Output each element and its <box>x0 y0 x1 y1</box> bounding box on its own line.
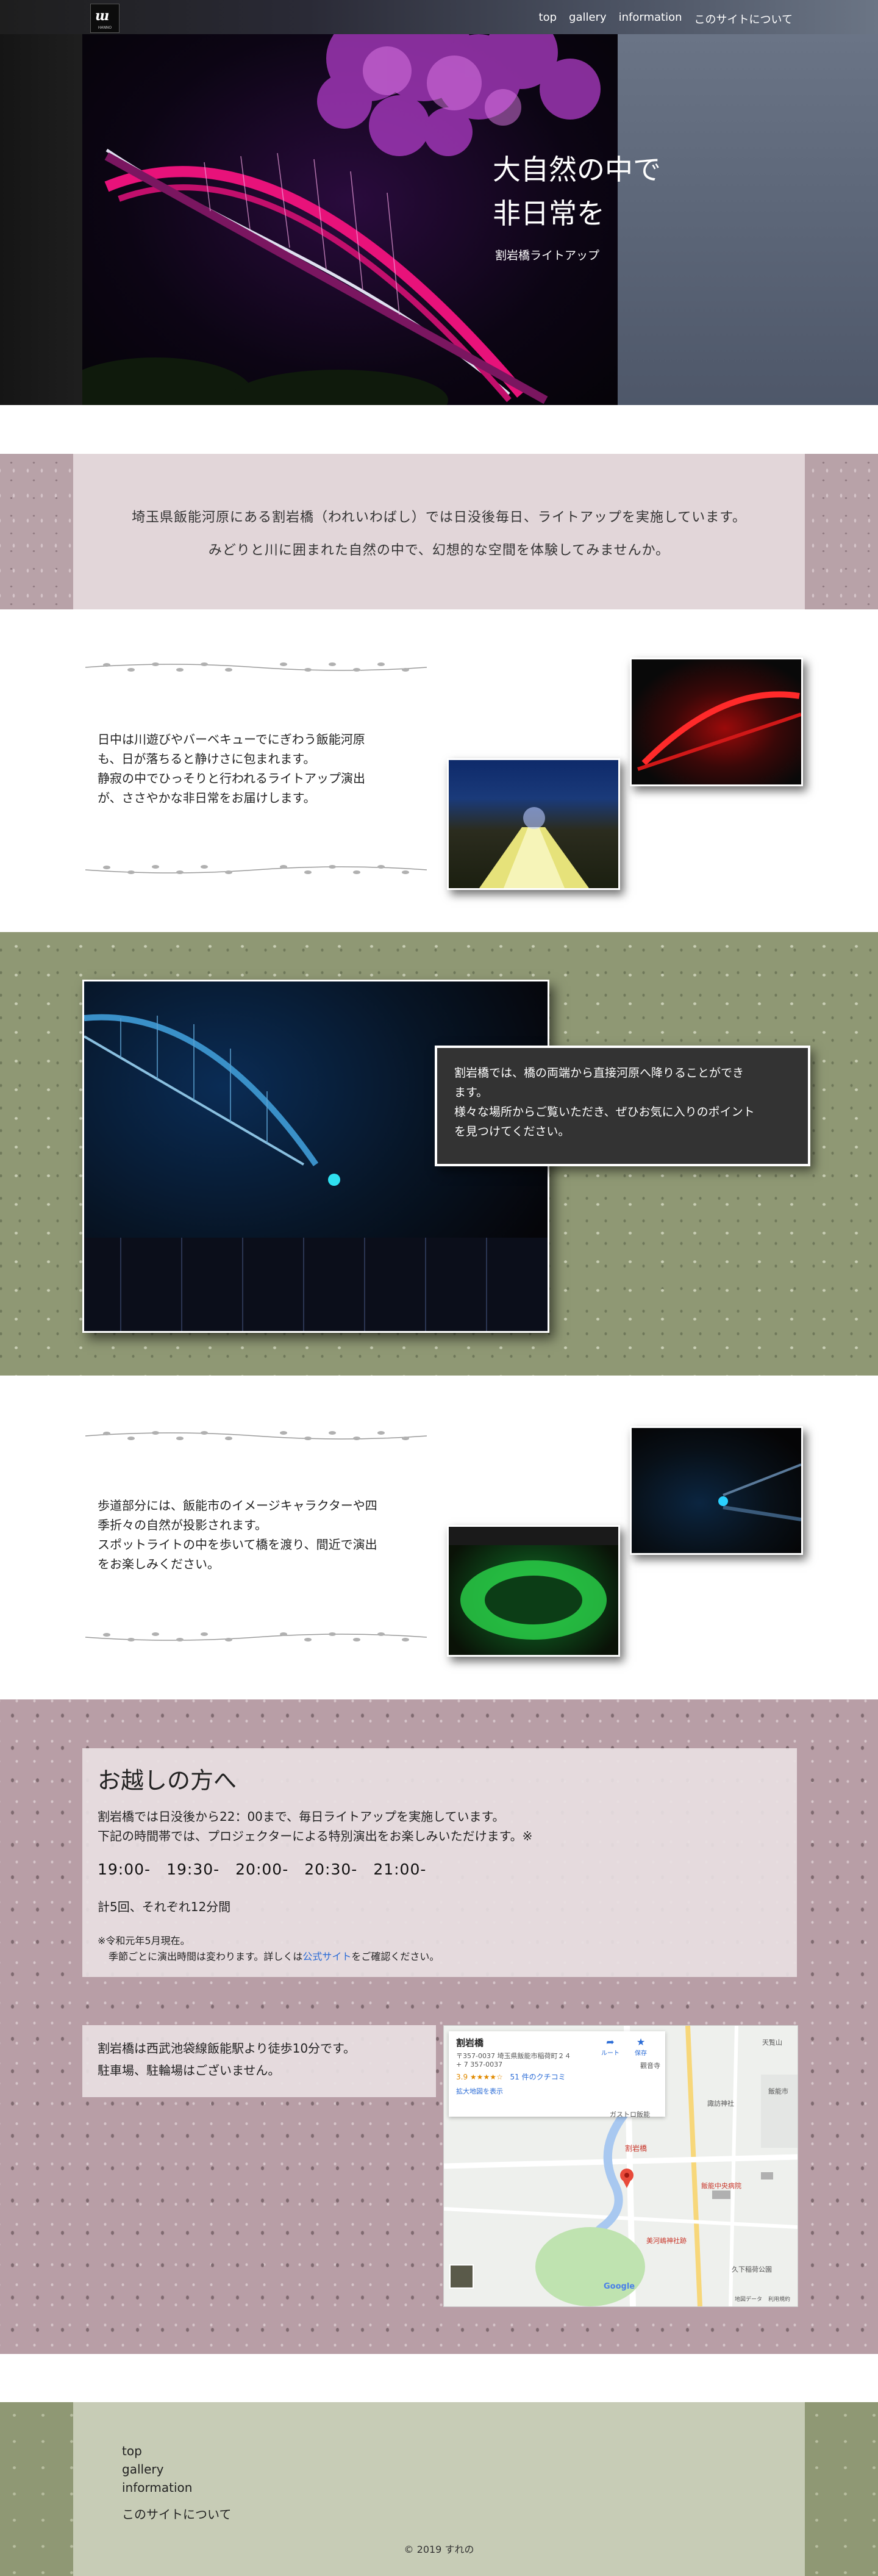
map-expand-link[interactable]: 拡大地図を表示 <box>456 2086 503 2096</box>
map-label: 觀音寺 <box>640 2062 660 2070</box>
hero-side-panel <box>618 34 878 405</box>
section2-line-3: 様々な場所からご覧いただき、ぜひお気に入りのポイント <box>454 1105 755 1119</box>
intro-line-2: みどりと川に囲まれた自然の中で、幻想的な空間を体験してみませんか。 <box>208 543 670 558</box>
station-text: 割岩橋は西武池袋線飯能駅より徒歩10分です。 駐車場、駐輪場はございません。 <box>98 2037 427 2081</box>
vine-divider-top-2 <box>82 1427 430 1444</box>
footer-link-about[interactable]: このサイトについて <box>122 2505 231 2522</box>
station-line-2: 駐車場、駐輪場はございません。 <box>98 2063 280 2078</box>
show-count: 計5回、それぞれ12分間 <box>98 1900 231 1914</box>
map-place-name: 割岩橋 <box>456 2037 484 2048</box>
bridge-walkway-photo <box>447 758 620 890</box>
vine-divider-bottom <box>82 861 430 878</box>
note-season-post: をご確認ください。 <box>351 1951 440 1962</box>
show-time: 21:00- <box>373 1860 427 1878</box>
note-date: ※令和元年5月現在。 <box>98 1935 190 1946</box>
section3-line-3: スポットライトの中を歩いて橋を渡り、間近で演出 <box>98 1537 377 1552</box>
map-label: 天覧山 <box>762 2039 782 2047</box>
hero-title-line-1: 大自然の中で <box>493 153 661 186</box>
google-logo: Google <box>604 2282 635 2291</box>
show-time: 20:00- <box>235 1860 289 1878</box>
logo-mark: ɯ <box>95 8 109 24</box>
show-time: 19:00- <box>98 1860 151 1878</box>
site-logo[interactable]: ɯ HANNO <box>90 4 120 33</box>
hero-subtitle: 割岩橋ライトアップ <box>495 249 600 262</box>
section2-line-4: を見つけてください。 <box>454 1125 570 1138</box>
star-icon: ★ <box>636 2036 646 2048</box>
footer-link-top[interactable]: top <box>122 2444 142 2458</box>
map-address: 〒357-0037 埼玉県飯能市稲荷町２４ <box>456 2052 571 2060</box>
blue-light-photo <box>630 1426 803 1555</box>
note-season-pre: 季節ごとに演出時間は変わります。詳しくは <box>109 1951 303 1962</box>
map-pin-label: 割岩橋 <box>625 2144 648 2153</box>
section1-line-4: が、ささやかな非日常をお届けします。 <box>98 791 316 805</box>
show-time: 20:30- <box>304 1860 358 1878</box>
section3-line-2: 季折々の自然が投影されます。 <box>98 1518 267 1532</box>
nav-information[interactable]: information <box>619 11 682 27</box>
note-season: 季節ごとに演出時間は変わります。詳しくは公式サイトをご確認ください。 <box>109 1948 439 1963</box>
map-route-button[interactable]: ➦ ルート <box>598 2036 623 2057</box>
map-label: 飯能中央病院 <box>701 2182 741 2190</box>
map-satellite-thumb[interactable] <box>449 2264 474 2289</box>
map-rating-value: 3.9 <box>456 2073 468 2081</box>
section3-text: 歩道部分には、飯能市のイメージキャラクターや四 季折々の自然が投影されます。 ス… <box>98 1496 415 1574</box>
intro-panel <box>73 454 805 609</box>
access-title: お越しの方へ <box>98 1767 237 1794</box>
section2-line-2: ます。 <box>454 1086 488 1099</box>
map-save-label: 保存 <box>635 2050 647 2057</box>
map-info-card: 割岩橋 〒357-0037 埼玉県飯能市稲荷町２４ + 7 357-0037 3… <box>449 2031 665 2117</box>
section2-line-1: 割岩橋では、橋の両端から直接河原へ降りることができ <box>454 1066 744 1080</box>
red-bridge-photo <box>630 658 803 786</box>
hero-title-line-2: 非日常を <box>493 197 605 230</box>
show-time: 19:30- <box>166 1860 220 1878</box>
section2-text: 割岩橋では、橋の両端から直接河原へ降りることができ ます。 様々な場所からご覧い… <box>454 1063 796 1141</box>
station-line-1: 割岩橋は西武池袋線飯能駅より徒歩10分です。 <box>98 2041 356 2056</box>
nav-gallery[interactable]: gallery <box>569 11 607 27</box>
map-save-button[interactable]: ★ 保存 <box>629 2036 653 2057</box>
map-terms-link[interactable]: 利用規約 <box>768 2295 790 2303</box>
footer-link-information[interactable]: information <box>122 2480 192 2495</box>
site-header: ɯ HANNO top gallery information このサイトについ… <box>0 0 878 34</box>
vine-divider-top <box>82 659 430 676</box>
map-label: 美河嶋神社跡 <box>646 2237 687 2245</box>
intro-line-1: 埼玉県飯能河原にある割岩橋（われいわばし）では日没後毎日、ライトアップを実施して… <box>131 510 747 525</box>
map-reviews-link[interactable]: 51 件のクチコミ <box>510 2073 566 2081</box>
footer-link-gallery[interactable]: gallery <box>122 2462 163 2477</box>
map-rating: 3.9 ★★★★☆ 51 件のクチコミ <box>456 2072 566 2082</box>
access-paragraph-2: 下記の時間帯では、プロジェクターによる特別演出をお楽しみいただけます。※ <box>98 1829 533 1843</box>
map-data-credit: 地図データ <box>735 2297 763 2303</box>
vine-divider-bottom-2 <box>82 1629 430 1646</box>
map-route-label: ルート <box>601 2050 619 2057</box>
map-label: 久下稲荷公園 <box>732 2266 772 2273</box>
nav-about[interactable]: このサイトについて <box>694 11 793 27</box>
copyright: © 2019 すれの <box>404 2544 474 2555</box>
section1-line-1: 日中は川遊びやバーベキューでにぎわう飯能河原 <box>98 732 365 747</box>
character-projection-photo <box>447 1525 620 1657</box>
section1-line-2: も、日が落ちると静けさに包まれます。 <box>98 752 316 766</box>
section1-text: 日中は川遊びやバーベキューでにぎわう飯能河原 も、日が落ちると静けさに包まれます… <box>98 730 415 808</box>
show-times: 19:00- 19:30- 20:00- 20:30- 21:00- <box>98 1860 426 1878</box>
map-label: 飯能市 <box>768 2087 788 2095</box>
map-label: 諏訪神社 <box>707 2100 734 2108</box>
route-arrow-icon: ➦ <box>606 2036 615 2048</box>
map-label: ガストロ飯能 <box>610 2111 650 2119</box>
nav-top[interactable]: top <box>539 11 557 27</box>
map-plus-code: + 7 357-0037 <box>456 2061 503 2068</box>
section3-line-1: 歩道部分には、飯能市のイメージキャラクターや四 <box>98 1498 377 1513</box>
section1-line-3: 静寂の中でひっそりと行われるライトアップ演出 <box>98 771 365 786</box>
rating-stars-icon: ★★★★☆ <box>469 2073 503 2081</box>
access-paragraph-1: 割岩橋では日没後から22：00まで、毎日ライトアップを実施しています。 <box>98 1809 505 1824</box>
section3-line-4: をお楽しみください。 <box>98 1557 220 1571</box>
logo-subtext: HANNO <box>98 26 112 30</box>
main-nav: top gallery information このサイトについて <box>539 11 793 27</box>
official-site-link[interactable]: 公式サイト <box>302 1951 351 1962</box>
